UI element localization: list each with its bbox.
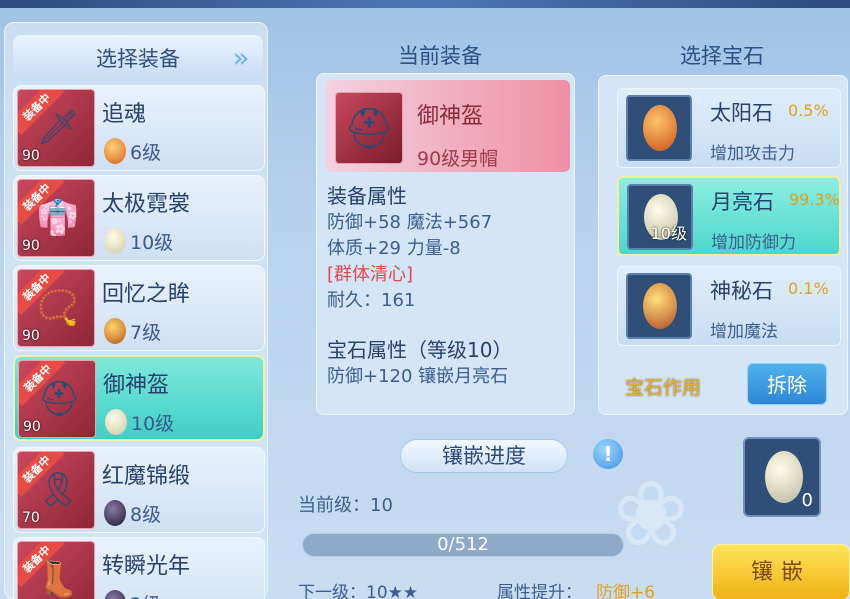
equipment-list-header: 选择装备 » bbox=[13, 35, 263, 81]
select-gem-title: 选择宝石 bbox=[680, 44, 764, 68]
gem-rate: 0.1% bbox=[788, 279, 829, 298]
gem-slot[interactable]: 0 bbox=[743, 437, 821, 517]
double-arrow-icon[interactable]: » bbox=[225, 43, 257, 73]
helmet-icon: ⛑ bbox=[335, 92, 403, 164]
gem-count: 10级 bbox=[650, 224, 687, 243]
attr-up-label: 属性提升： bbox=[497, 583, 582, 599]
equipment-item[interactable]: 📿 装备中 90 回忆之眸 7级 bbox=[13, 265, 265, 351]
equipment-name: 红魔锦缎 bbox=[102, 464, 191, 489]
equipment-level: 90 bbox=[22, 148, 40, 164]
gem-level: 6级 bbox=[130, 142, 162, 164]
gem-usage-link[interactable]: 宝石作用 bbox=[625, 373, 701, 400]
equipment-name: 回忆之眸 bbox=[102, 282, 191, 307]
moon-stone-icon bbox=[765, 451, 803, 503]
equipment-attr-title: 装备属性 bbox=[327, 184, 407, 208]
current-equipment-type: 90级男帽 bbox=[417, 148, 499, 170]
gem-level: 10级 bbox=[130, 232, 174, 254]
equipment-thumbnail: 🗡 装备中 90 bbox=[17, 89, 95, 167]
gem-thumbnail: 10级 bbox=[627, 184, 693, 250]
current-equipment-card: ⛑ 御神盔 90级男帽 装备属性 防御+58 魔法+567 体质+29 力量-8… bbox=[316, 73, 575, 415]
inlay-progress-title: 镶嵌进度 bbox=[400, 439, 568, 473]
moon-gem-icon bbox=[105, 409, 127, 435]
mystic-gem-icon bbox=[104, 318, 126, 344]
equipment-name: 御神盔 bbox=[103, 373, 170, 398]
sun-gem-icon bbox=[104, 138, 126, 164]
equipment-level: 90 bbox=[22, 328, 40, 344]
progress-text: 0/512 bbox=[437, 534, 489, 555]
gem-attr-title: 宝石属性（等级10） bbox=[327, 338, 513, 362]
gem-option[interactable]: 太阳石 0.5% 增加攻击力 bbox=[617, 88, 841, 168]
inlay-button[interactable]: 镶嵌 bbox=[712, 544, 850, 599]
gem-name: 神秘石 bbox=[710, 279, 773, 303]
gem-option[interactable]: 神秘石 0.1% 增加魔法 bbox=[617, 266, 841, 346]
progress-bar: 0/512 bbox=[302, 533, 624, 557]
equipment-level: 90 bbox=[23, 419, 41, 435]
equipment-thumbnail: ⛑ 装备中 90 bbox=[18, 360, 96, 438]
equipment-name: 转瞬光年 bbox=[102, 554, 191, 579]
moon-gem-icon bbox=[104, 228, 126, 254]
current-equipment-name: 御神盔 bbox=[417, 104, 484, 129]
gem-level: 2级 bbox=[130, 590, 161, 599]
remove-gem-button[interactable]: 拆除 bbox=[747, 363, 827, 405]
durability: 耐久：161 bbox=[327, 290, 416, 311]
equipment-name: 追魂 bbox=[102, 102, 147, 127]
dark-gem-icon bbox=[104, 500, 126, 526]
equipment-name: 太极霓裳 bbox=[102, 192, 191, 217]
gem-level: 8级 bbox=[130, 504, 162, 526]
gem-level: 7级 bbox=[130, 322, 162, 344]
attr-up-value: 防御+6 bbox=[596, 583, 656, 599]
equipment-item[interactable]: 🗡 装备中 90 追魂 6级 bbox=[13, 85, 265, 171]
top-bar bbox=[0, 0, 850, 8]
gem-name: 太阳石 bbox=[710, 101, 773, 125]
equipment-thumbnail: 👘 装备中 90 bbox=[17, 179, 95, 257]
equipment-thumbnail: 📿 装备中 90 bbox=[17, 269, 95, 347]
gem-option-selected[interactable]: 10级 月亮石 99.3% 增加防御力 bbox=[617, 176, 841, 256]
gem-rate: 0.5% bbox=[788, 101, 829, 120]
gem-desc: 增加攻击力 bbox=[710, 144, 795, 164]
equipment-level: 70 bbox=[22, 510, 40, 526]
decorative-swirl-icon: ❀ bbox=[613, 462, 689, 567]
equipment-item[interactable]: 🎗 装备中 70 红魔锦缎 8级 bbox=[13, 447, 265, 533]
dark-gem-icon bbox=[104, 590, 126, 599]
current-equipment-header: ⛑ 御神盔 90级男帽 bbox=[325, 80, 570, 172]
gem-rate: 99.3% bbox=[789, 190, 840, 209]
equipment-level: 90 bbox=[22, 238, 40, 254]
gem-attr-line: 防御+120 镶嵌月亮石 bbox=[327, 366, 509, 387]
gem-thumbnail bbox=[626, 95, 692, 161]
current-equipment-title: 当前装备 bbox=[398, 44, 482, 68]
current-level: 当前级：10 bbox=[298, 495, 393, 516]
equipment-item-selected[interactable]: ⛑ 装备中 90 御神盔 10级 bbox=[13, 355, 265, 441]
gem-desc: 增加魔法 bbox=[710, 322, 778, 342]
equipment-list-title: 选择装备 bbox=[96, 47, 180, 71]
special-skill: [群体清心] bbox=[327, 264, 414, 285]
equipment-attr-line: 防御+58 魔法+567 bbox=[327, 212, 493, 233]
equipment-item[interactable]: 👘 装备中 90 太极霓裳 10级 bbox=[13, 175, 265, 261]
sun-stone-icon bbox=[643, 105, 677, 151]
gem-thumbnail bbox=[626, 273, 692, 339]
equipment-attr-line: 体质+29 力量-8 bbox=[327, 238, 461, 259]
equipment-thumbnail: 🎗 装备中 70 bbox=[17, 451, 95, 529]
equipment-item[interactable]: 👢 装备中 转瞬光年 2级 bbox=[13, 537, 265, 599]
slot-count: 0 bbox=[801, 490, 813, 511]
next-level: 下一级：10★★ bbox=[298, 583, 419, 599]
gem-name: 月亮石 bbox=[711, 190, 774, 214]
gem-desc: 增加防御力 bbox=[711, 233, 796, 253]
gem-level: 10级 bbox=[131, 413, 175, 435]
equipment-thumbnail: 👢 装备中 bbox=[17, 541, 95, 599]
equipment-list-panel: 选择装备 » 🗡 装备中 90 追魂 6级 👘 装备中 90 太极霓裳 10级 … bbox=[4, 22, 268, 599]
mystic-stone-icon bbox=[643, 283, 677, 329]
